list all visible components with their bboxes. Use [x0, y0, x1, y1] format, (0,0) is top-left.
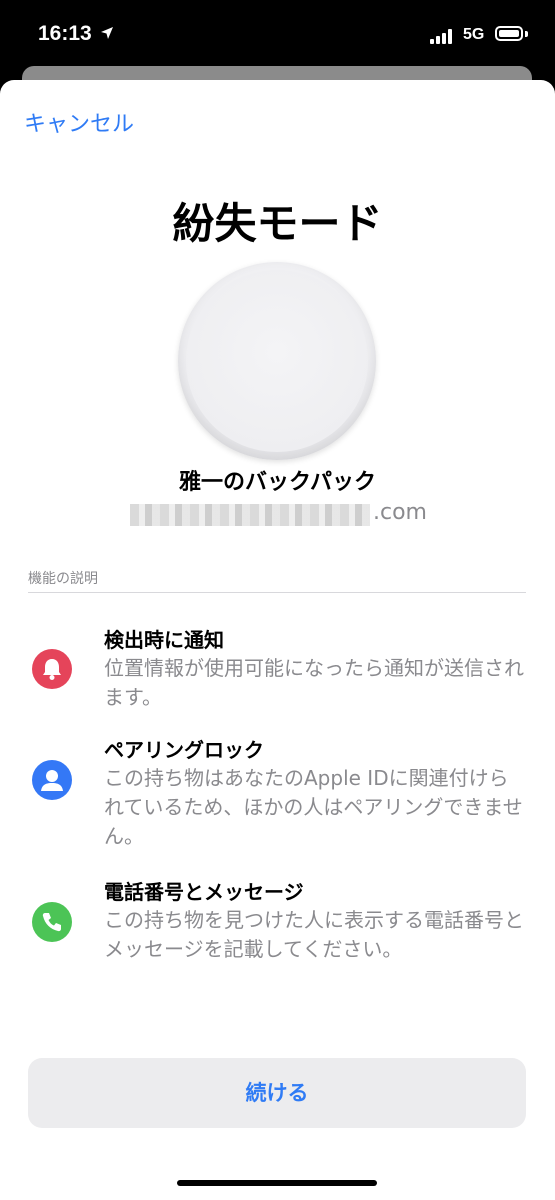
battery-icon [495, 26, 523, 41]
location-arrow-icon [101, 27, 113, 39]
lost-mode-sheet: キャンセル 紛失モード 雅一のバックパック .com 機能の説明 検出時に通知 … [0, 80, 555, 1200]
email-suffix: .com [373, 500, 427, 525]
page-title: 紛失モード [172, 199, 383, 248]
status-time: 16:13 [38, 22, 92, 45]
bell-icon [32, 649, 72, 689]
feature-title: 検出時に通知 [104, 628, 224, 652]
feature-title: ペアリングロック [104, 738, 264, 762]
network-type: 5G [463, 26, 485, 43]
email-redacted [130, 504, 370, 526]
airtag-image [178, 262, 376, 460]
cellular-signal-icon [430, 28, 456, 44]
feature-description: この持ち物はあなたのApple IDに関連付けられているため、ほかの人はペアリン… [104, 766, 523, 848]
divider [28, 592, 526, 593]
battery-cap [525, 31, 528, 37]
phone-icon [32, 902, 72, 942]
feature-description: 位置情報が使用可能になったら通知が送信されます。 [104, 656, 524, 709]
feature-title: 電話番号とメッセージ [104, 880, 304, 904]
continue-button[interactable]: 続ける [28, 1058, 526, 1128]
item-name: 雅一のバックパック [179, 470, 376, 495]
cancel-button[interactable]: キャンセル [24, 106, 134, 138]
home-indicator [177, 1180, 377, 1186]
owner-email: .com [130, 498, 430, 528]
person-icon [32, 760, 72, 800]
section-header: 機能の説明 [28, 571, 98, 587]
feature-description: この持ち物を見つけた人に表示する電話番号とメッセージを記載してください。 [104, 908, 524, 961]
status-bar: 16:13 5G [0, 0, 555, 66]
